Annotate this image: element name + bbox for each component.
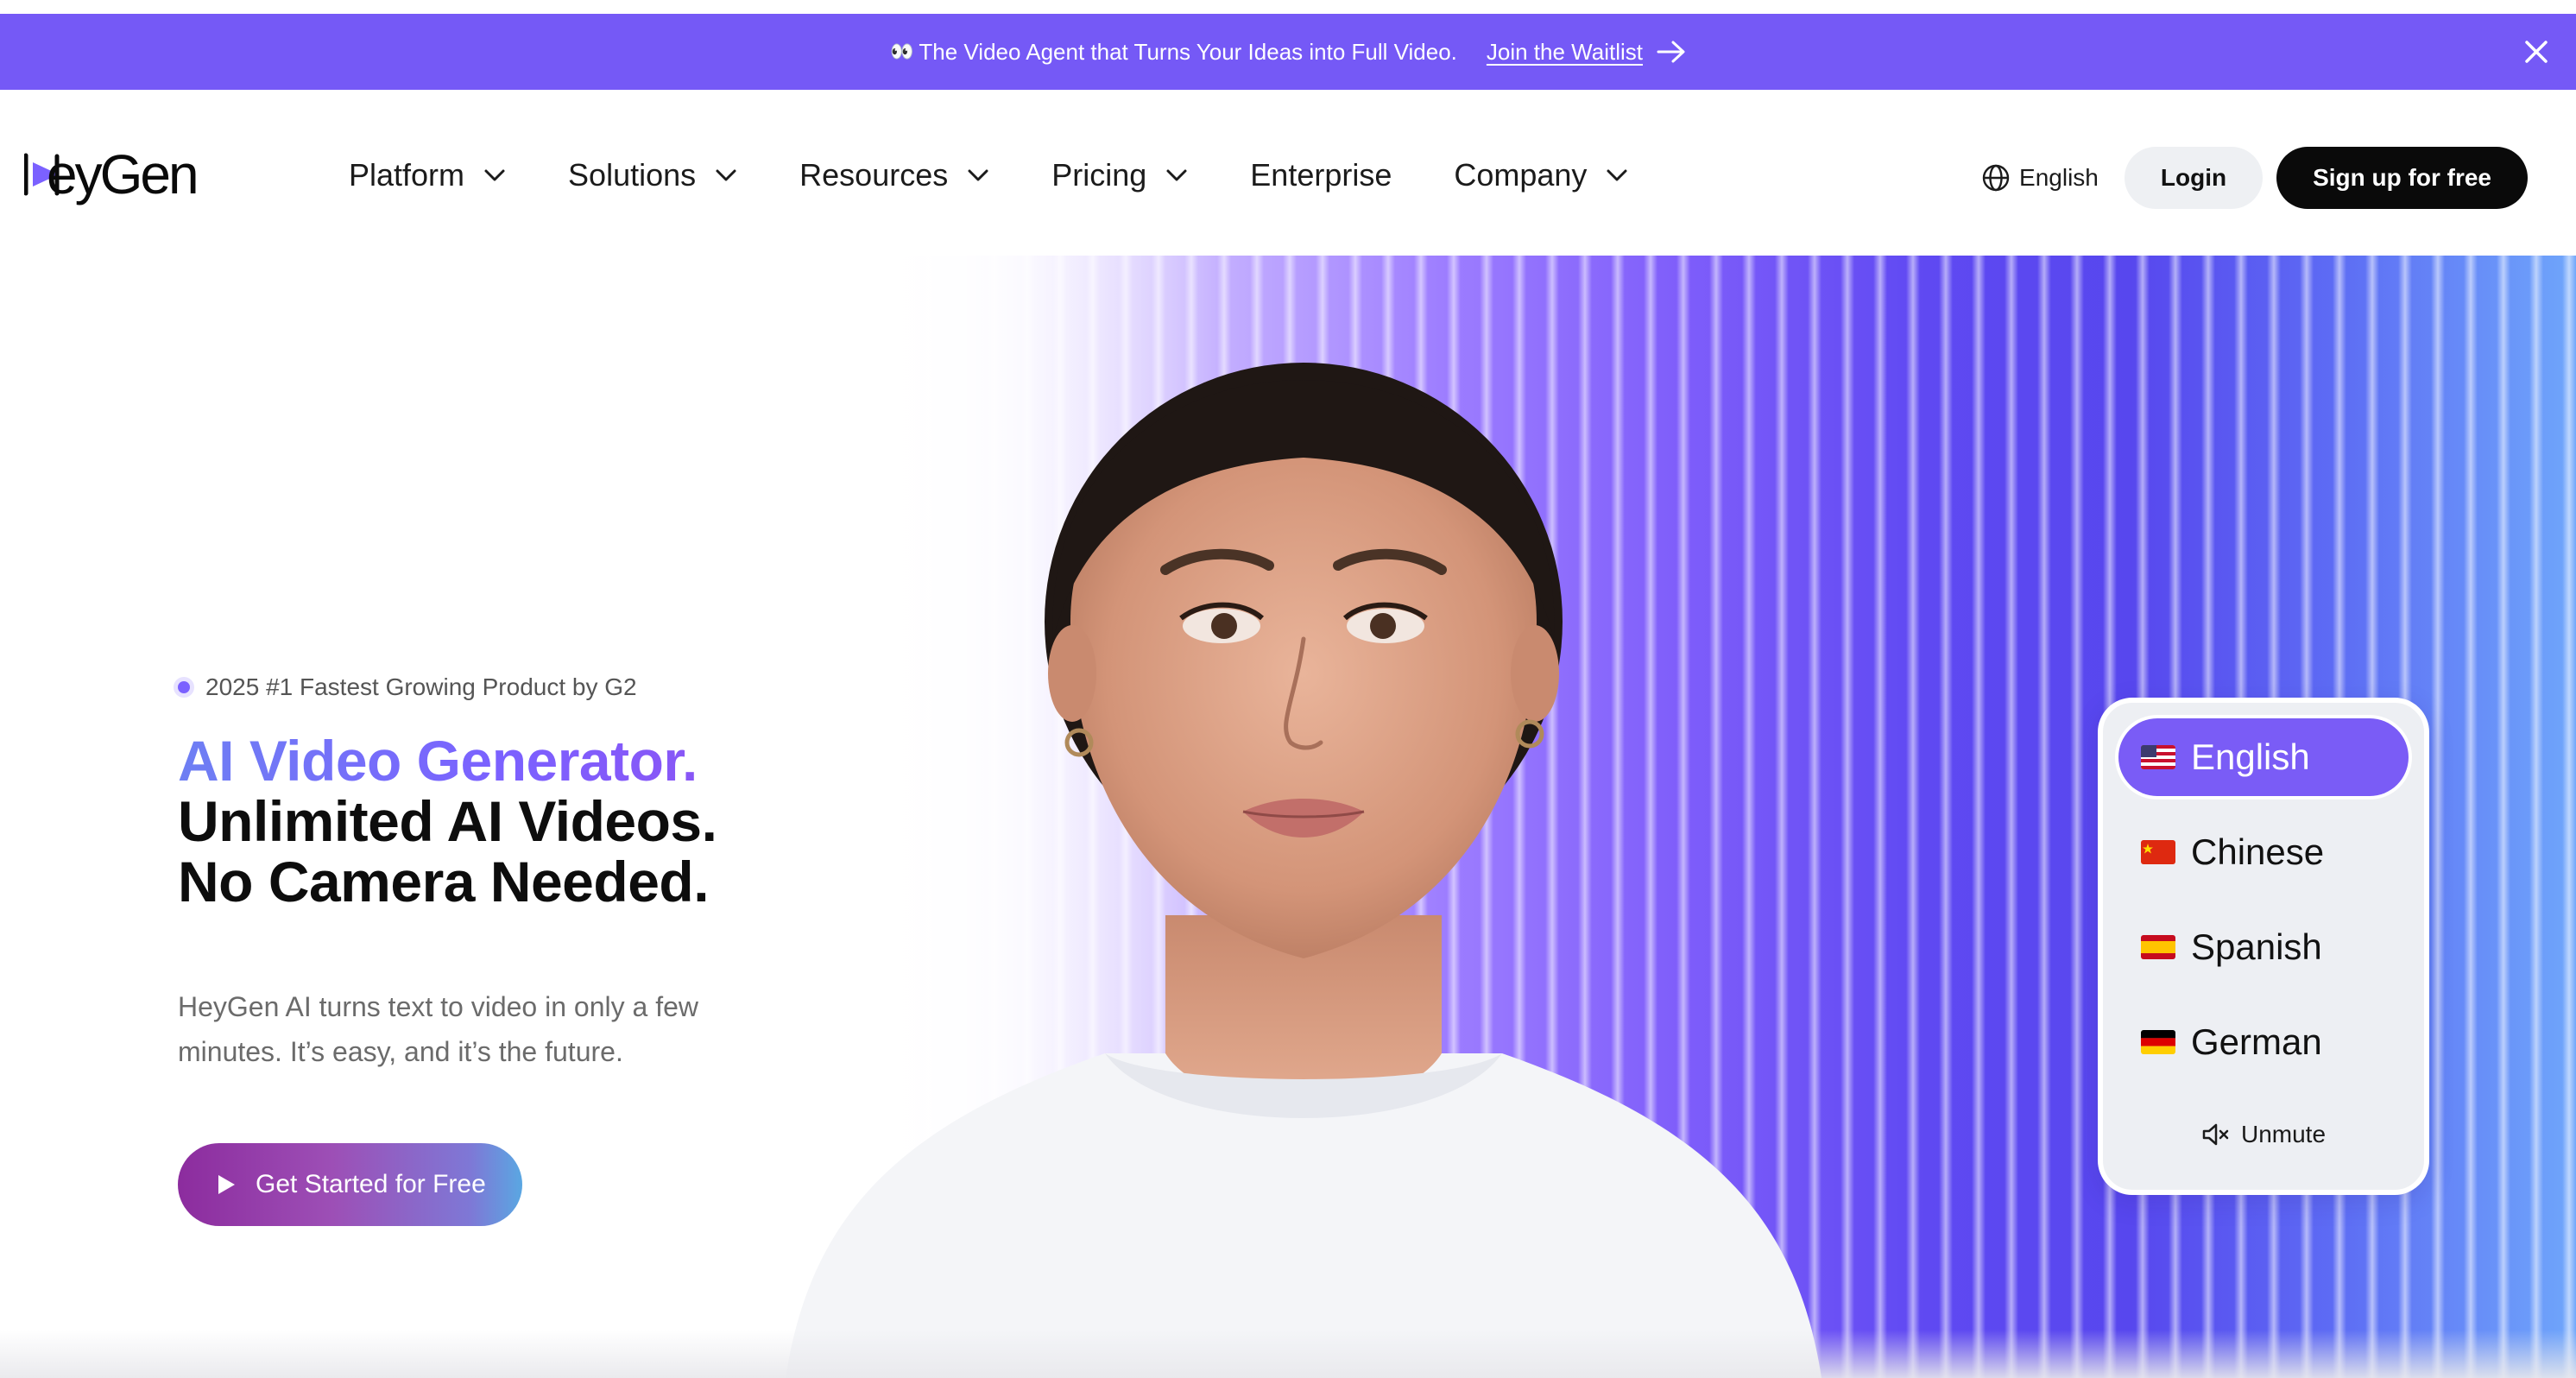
hero-title: AI Video Generator. Unlimited AI Videos.… — [178, 730, 717, 912]
language-option-german[interactable]: German — [2118, 1003, 2409, 1081]
play-icon — [218, 1175, 235, 1194]
video-language-picker: English Chinese Spanish German Unmute — [2098, 698, 2429, 1195]
hero-subtitle: HeyGen AI turns text to video in only a … — [178, 991, 698, 1067]
badge-text: 2025 #1 Fastest Growing Product by G2 — [205, 673, 637, 700]
join-waitlist-link[interactable]: Join the Waitlist — [1487, 39, 1643, 66]
cn-flag-icon — [2141, 840, 2175, 864]
login-button[interactable]: Login — [2124, 147, 2263, 209]
get-started-button[interactable]: Get Started for Free — [178, 1143, 522, 1226]
unmute-button[interactable]: Unmute — [2103, 1121, 2424, 1148]
language-option-english[interactable]: English — [2118, 718, 2409, 796]
announcement-banner: 👀 The Video Agent that Turns Your Ideas … — [0, 14, 2576, 90]
nav-menu: Platform Solutions Resources Pricing Ent… — [349, 157, 1690, 193]
us-flag-icon — [2141, 745, 2175, 769]
language-option-label: Spanish — [2191, 926, 2322, 967]
de-flag-icon — [2141, 1030, 2175, 1054]
banner-text: The Video Agent that Turns Your Ideas in… — [919, 38, 1457, 65]
nav-item-label: Platform — [349, 157, 465, 193]
language-selector[interactable]: English — [1981, 163, 2099, 193]
nav-item-company[interactable]: Company — [1454, 157, 1628, 193]
es-flag-icon — [2141, 935, 2175, 959]
nav-actions: English Login Sign up for free — [1981, 147, 2528, 209]
chevron-down-icon — [1607, 169, 1627, 181]
language-option-label: German — [2191, 1021, 2322, 1062]
language-label: English — [2019, 164, 2099, 191]
nav-item-label: Enterprise — [1250, 157, 1392, 193]
chevron-down-icon — [716, 169, 736, 181]
muted-speaker-icon — [2202, 1123, 2229, 1146]
arrow-right-icon[interactable] — [1657, 41, 1686, 63]
signup-button[interactable]: Sign up for free — [2276, 147, 2528, 209]
nav-item-label: Solutions — [568, 157, 697, 193]
hero-title-gradient: AI Video Generator. — [178, 730, 717, 791]
nav-item-pricing[interactable]: Pricing — [1051, 157, 1188, 193]
language-option-label: English — [2191, 736, 2310, 777]
g2-badge: 2025 #1 Fastest Growing Product by G2 — [178, 673, 637, 701]
nav-item-label: Resources — [799, 157, 949, 193]
nav-item-platform[interactable]: Platform — [349, 157, 506, 193]
hero-title-line2: Unlimited AI Videos. — [178, 789, 717, 853]
hero-title-line3: No Camera Needed. — [178, 850, 710, 913]
chevron-down-icon — [484, 169, 505, 181]
badge-dot-icon — [178, 681, 190, 693]
nav-item-label: Pricing — [1051, 157, 1147, 193]
top-spacer — [0, 0, 2576, 14]
svg-text:eyGen: eyGen — [47, 145, 197, 205]
nav-item-label: Company — [1454, 157, 1588, 193]
close-icon[interactable] — [2522, 38, 2550, 66]
language-option-spanish[interactable]: Spanish — [2118, 908, 2409, 986]
main-nav: eyGen Platform Solutions Resources Prici… — [0, 90, 2576, 256]
cta-label: Get Started for Free — [256, 1170, 486, 1198]
chevron-down-icon — [1166, 169, 1187, 181]
hero-bottom-fade — [0, 1330, 2576, 1378]
chevron-down-icon — [968, 169, 988, 181]
language-option-chinese[interactable]: Chinese — [2118, 813, 2409, 891]
ai-avatar-video[interactable] — [760, 363, 1847, 1378]
heygen-logo[interactable]: eyGen — [24, 145, 269, 214]
heygen-logo-mark: eyGen — [24, 145, 199, 205]
nav-item-enterprise[interactable]: Enterprise — [1250, 157, 1392, 193]
globe-icon — [1982, 164, 2010, 192]
nav-item-resources[interactable]: Resources — [799, 157, 989, 193]
eyes-icon: 👀 — [890, 41, 913, 62]
unmute-label: Unmute — [2240, 1121, 2327, 1147]
nav-item-solutions[interactable]: Solutions — [568, 157, 737, 193]
language-option-label: Chinese — [2191, 831, 2325, 872]
